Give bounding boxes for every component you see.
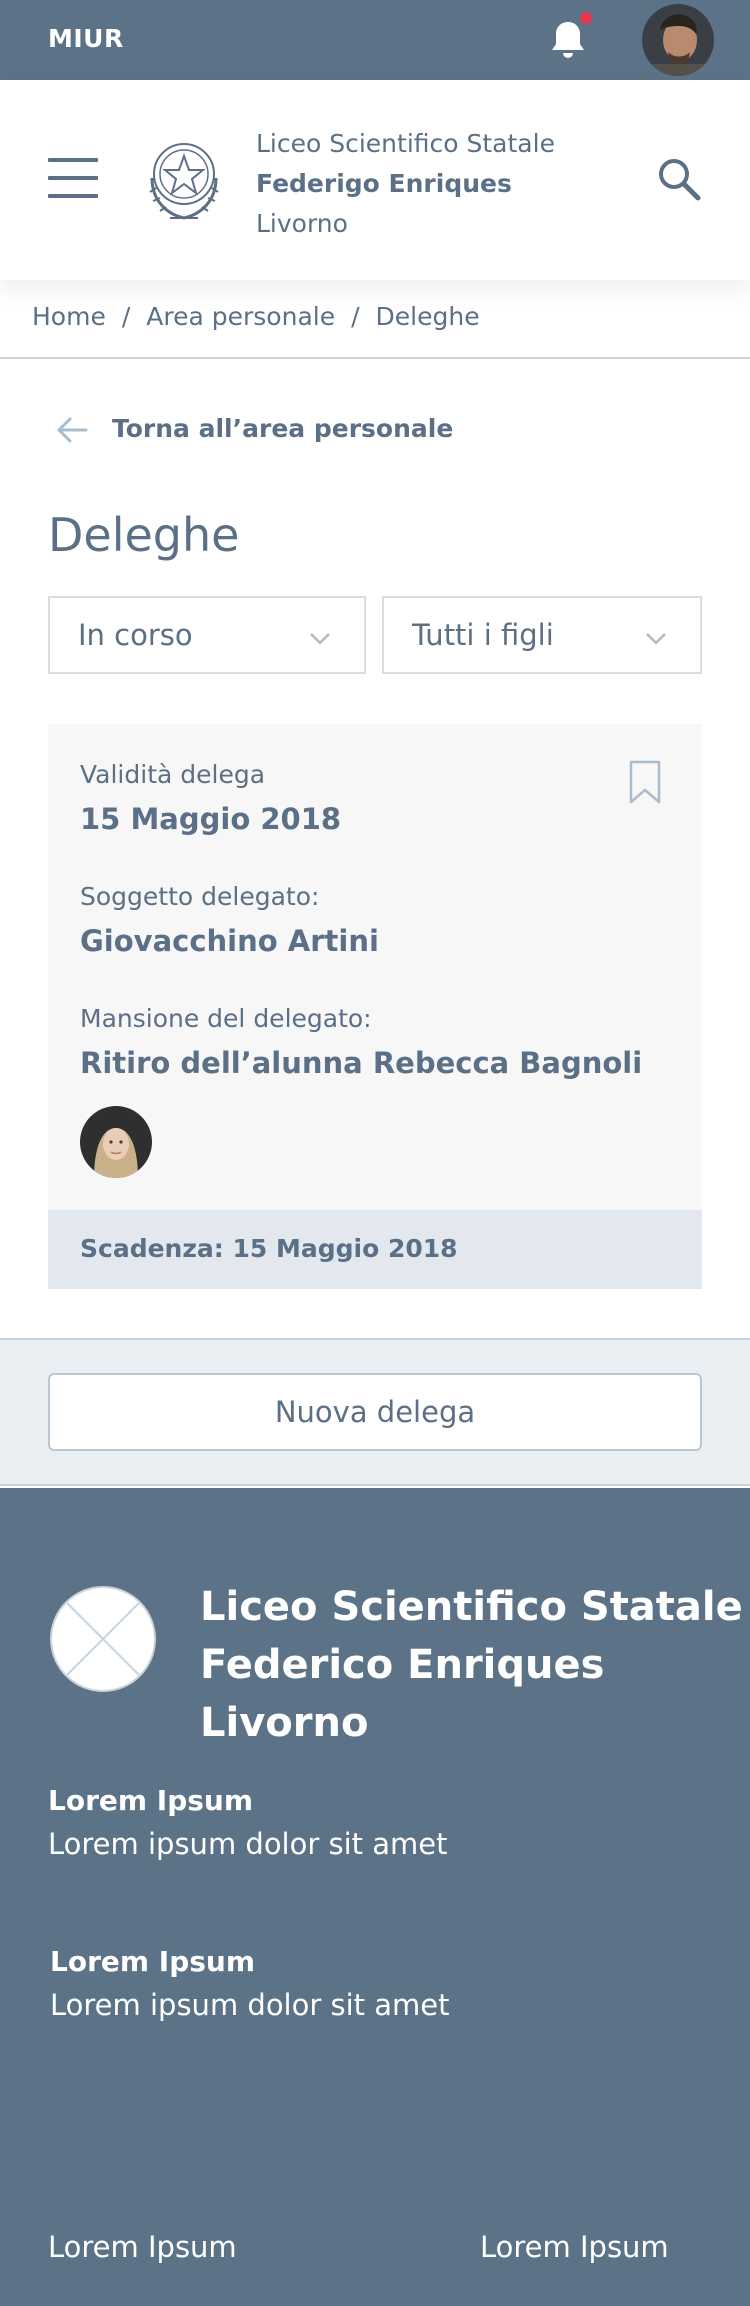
footer-section-text: Lorem ipsum dolor sit amet	[50, 1988, 450, 2022]
breadcrumb: Home / Area personale / Deleghe	[32, 302, 480, 331]
new-delegation-button[interactable]: Nuova delega	[48, 1373, 702, 1451]
school-line-3: Livorno	[256, 209, 348, 238]
top-bar: MIUR	[0, 0, 750, 80]
bookmark-icon[interactable]	[628, 760, 662, 804]
footer-section-heading: Lorem Ipsum	[50, 1945, 256, 1978]
arrow-left-icon	[57, 417, 88, 443]
status-select-value: In corso	[78, 618, 193, 652]
user-avatar[interactable]	[642, 4, 714, 76]
republic-emblem-icon	[149, 143, 219, 220]
breadcrumb-separator: /	[351, 302, 360, 331]
breadcrumb-area-personale[interactable]: Area personale	[146, 302, 335, 331]
bell-icon[interactable]	[540, 12, 596, 68]
footer-school-line-1: Liceo Scientifico Statale	[200, 1584, 743, 1630]
delegate-label: Soggetto delegato:	[80, 882, 320, 911]
school-line-1: Liceo Scientifico Statale	[256, 129, 555, 158]
children-select[interactable]: Tutti i figli	[382, 596, 702, 674]
placeholder-logo-icon	[50, 1586, 156, 1692]
brand-label[interactable]: MIUR	[48, 24, 124, 53]
search-icon[interactable]	[656, 156, 702, 202]
footer-school-line-3: Livorno	[200, 1700, 369, 1746]
chevron-down-icon	[310, 633, 330, 645]
footer-section: Lorem Ipsum Lorem ipsum dolor sit amet	[48, 1784, 448, 1861]
expiry-bar: Scadenza: 15 Maggio 2018	[48, 1210, 702, 1289]
site-footer: Liceo Scientifico Statale Federico Enriq…	[0, 1488, 750, 2306]
page-title: Deleghe	[48, 508, 240, 562]
task-label: Mansione del delegato:	[80, 1004, 372, 1033]
breadcrumb-separator: /	[121, 302, 131, 331]
school-name[interactable]: Liceo Scientifico Statale Federigo Enriq…	[256, 124, 555, 244]
school-line-2: Federigo Enriques	[256, 169, 512, 198]
delegate-value: Giovacchino Artini	[80, 924, 379, 958]
footer-link[interactable]: Lorem Ipsum	[48, 2230, 237, 2264]
breadcrumb-divider	[0, 357, 750, 359]
breadcrumb-home[interactable]: Home	[32, 302, 106, 331]
footer-section-heading: Lorem Ipsum	[48, 1784, 254, 1817]
children-select-value: Tutti i figli	[412, 618, 554, 652]
student-avatar	[80, 1106, 152, 1178]
validity-value: 15 Maggio 2018	[80, 802, 342, 836]
notification-dot-icon	[578, 12, 594, 26]
status-select[interactable]: In corso	[48, 596, 366, 674]
site-header: Liceo Scientifico Statale Federigo Enriq…	[0, 80, 750, 280]
back-link[interactable]: Torna all’area personale	[52, 410, 453, 450]
footer-section: Lorem Ipsum Lorem ipsum dolor sit amet	[50, 1945, 450, 2022]
breadcrumb-current: Deleghe	[375, 302, 480, 331]
footer-link[interactable]: Lorem Ipsum	[480, 2230, 669, 2264]
action-bar: Nuova delega	[0, 1338, 750, 1486]
delegation-card[interactable]: Validità delega 15 Maggio 2018 Soggetto …	[48, 724, 702, 1289]
back-link-label: Torna all’area personale	[112, 414, 454, 443]
footer-school-line-2: Federico Enriques	[200, 1642, 605, 1688]
footer-section-text: Lorem ipsum dolor sit amet	[48, 1827, 448, 1861]
expiry-text: Scadenza: 15 Maggio 2018	[80, 1234, 458, 1263]
footer-school-name: Liceo Scientifico Statale Federico Enriq…	[200, 1578, 743, 1752]
chevron-down-icon	[646, 633, 666, 645]
validity-label: Validità delega	[80, 760, 266, 789]
task-value: Ritiro dell’alunna Rebecca Bagnoli	[80, 1046, 643, 1080]
menu-icon[interactable]	[48, 158, 98, 198]
